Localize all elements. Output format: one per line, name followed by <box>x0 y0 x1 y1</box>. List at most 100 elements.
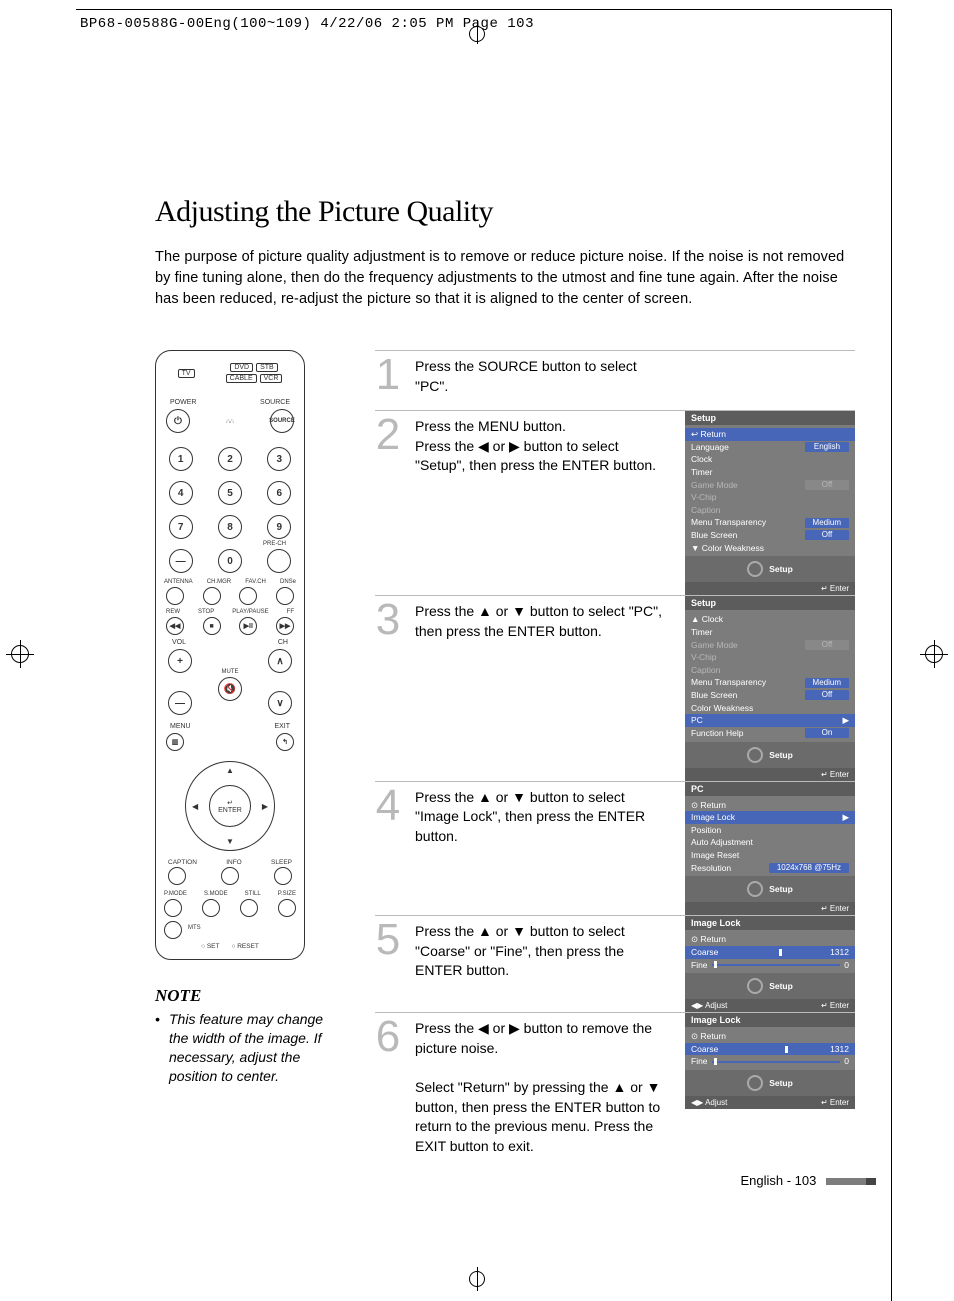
page-title: Adjusting the Picture Quality <box>155 195 855 229</box>
psize-button <box>278 899 296 917</box>
header-slug: BP68-00588G-00Eng(100~109) 4/22/06 2:05 … <box>80 16 534 32</box>
right-arrow-icon: ▶ <box>842 812 849 823</box>
remote-menu-label: MENU <box>170 723 191 730</box>
osd-title: PC <box>685 782 855 796</box>
osd-setup-1: Setup ↩ Return LanguageEnglish Clock Tim… <box>685 411 855 595</box>
intro-paragraph: The purpose of picture quality adjustmen… <box>155 247 855 310</box>
osd-item: Menu Transparency <box>691 517 766 528</box>
registration-mark-icon <box>920 640 948 668</box>
digit-4-button: 4 <box>169 481 193 505</box>
remote-label: FF <box>287 609 294 615</box>
chmgr-button <box>203 587 221 605</box>
osd-foot-label: Setup <box>769 884 793 894</box>
step-5: 5 Press the ▲ or ▼ button to select "Coa… <box>375 915 855 1012</box>
crop-mark-icon <box>469 26 485 42</box>
remote-vol-label: VOL <box>172 639 186 646</box>
remote-mode-dvd: DVD <box>230 363 253 372</box>
osd-setup-2: Setup ▲ Clock Timer Game ModeOff V-Chip … <box>685 596 855 780</box>
menu-button: ▥ <box>166 733 184 751</box>
sleep-button <box>274 867 292 885</box>
info-button <box>221 867 239 885</box>
osd-title: Setup <box>685 596 855 610</box>
remote-label: PLAY/PAUSE <box>232 609 268 615</box>
osd-value: English <box>805 442 849 452</box>
osd-item: Timer <box>691 467 712 478</box>
osd-item: Caption <box>691 505 720 516</box>
remote-label: DNSe <box>280 579 296 585</box>
step-text: Press the ▲ or ▼ button to select "Image… <box>415 788 671 910</box>
registration-mark-icon <box>6 640 34 668</box>
remote-power-label: POWER <box>170 399 196 406</box>
osd-value: Off <box>805 690 849 700</box>
step-number: 6 <box>375 1015 401 1156</box>
digit-6-button: 6 <box>267 481 291 505</box>
note-heading: NOTE <box>155 986 335 1006</box>
digit-7-button: 7 <box>169 515 193 539</box>
left-arrow-icon: ◀ <box>192 802 198 811</box>
remote-reset-label: ○ RESET <box>231 943 258 950</box>
osd-title: Setup <box>685 411 855 425</box>
osd-value: 1024x768 @75Hz <box>769 863 849 873</box>
remote-label: P.MODE <box>164 891 187 897</box>
up-arrow-icon: ▲ <box>226 766 234 775</box>
digit-8-button: 8 <box>218 515 242 539</box>
remote-mode-vcr: VCR <box>260 374 283 383</box>
right-arrow-icon: ▶ <box>262 802 268 811</box>
dnse-button <box>276 587 294 605</box>
vol-down-button: — <box>168 691 192 715</box>
crop-rule-top <box>76 9 892 10</box>
osd-item: Timer <box>691 627 712 638</box>
osd-foot-label: Setup <box>769 564 793 574</box>
digit-1-button: 1 <box>169 447 193 471</box>
gear-icon <box>747 978 763 994</box>
remote-label: STOP <box>198 609 214 615</box>
gear-icon <box>747 561 763 577</box>
osd-value: Off <box>805 640 849 650</box>
remote-mode-cable: CABLE <box>226 374 257 383</box>
stop-button: ■ <box>203 617 221 635</box>
osd-item: PC <box>691 715 703 726</box>
osd-value: 0 <box>844 1056 849 1067</box>
osd-item: Coarse <box>691 947 718 958</box>
osd-item: Game Mode <box>691 640 738 651</box>
osd-item: Resolution <box>691 863 731 874</box>
remote-label: CH.MGR <box>207 579 231 585</box>
step-3: 3 Press the ▲ or ▼ button to select "PC"… <box>375 595 855 780</box>
osd-foot-label: Setup <box>769 1078 793 1088</box>
step-number: 1 <box>375 353 401 404</box>
osd-item: V-Chip <box>691 492 717 503</box>
step-number: 2 <box>375 413 401 589</box>
osd-item: Image Lock <box>691 812 735 823</box>
osd-enter-hint: ↵ Enter <box>821 770 849 779</box>
step-number: 5 <box>375 918 401 1006</box>
step-text: Press the SOURCE button to select "PC". <box>415 357 671 404</box>
remote-mts-label: MTS <box>188 925 201 931</box>
osd-item: Fine <box>691 960 708 971</box>
osd-pc: PC ⊙ Return Image Lock▶ Position Auto Ad… <box>685 782 855 916</box>
remote-label: CAPTION <box>168 859 197 866</box>
page-footer: English - 103 <box>740 1173 876 1188</box>
osd-value: Medium <box>805 518 849 528</box>
crop-mark-icon <box>469 1271 485 1287</box>
osd-item: Fine <box>691 1056 708 1067</box>
right-arrow-icon: ▶ <box>842 715 849 726</box>
osd-item: Position <box>691 825 721 836</box>
remote-label: INFO <box>226 859 242 866</box>
rew-button: ◀◀ <box>166 617 184 635</box>
step-2: 2 Press the MENU button. Press the ◀ or … <box>375 410 855 595</box>
step-number: 4 <box>375 784 401 910</box>
gear-icon <box>747 881 763 897</box>
osd-image-lock-1: Image Lock ⊙ Return Coarse1312 Fine0 Set… <box>685 916 855 1012</box>
remote-mode-tv: TV <box>178 369 195 378</box>
digit-2-button: 2 <box>218 447 242 471</box>
remote-source-label: SOURCE <box>260 399 290 406</box>
osd-value: Medium <box>805 678 849 688</box>
prech-button <box>267 549 291 573</box>
osd-enter-hint: ↵ Enter <box>821 1098 849 1107</box>
remote-ch-label: CH <box>278 639 288 646</box>
note-section: NOTE This feature may change the width o… <box>155 986 335 1086</box>
remote-label: REW <box>166 609 180 615</box>
play-button: ▶II <box>239 617 257 635</box>
osd-value: Off <box>805 480 849 490</box>
ch-down-button: ∨ <box>268 691 292 715</box>
